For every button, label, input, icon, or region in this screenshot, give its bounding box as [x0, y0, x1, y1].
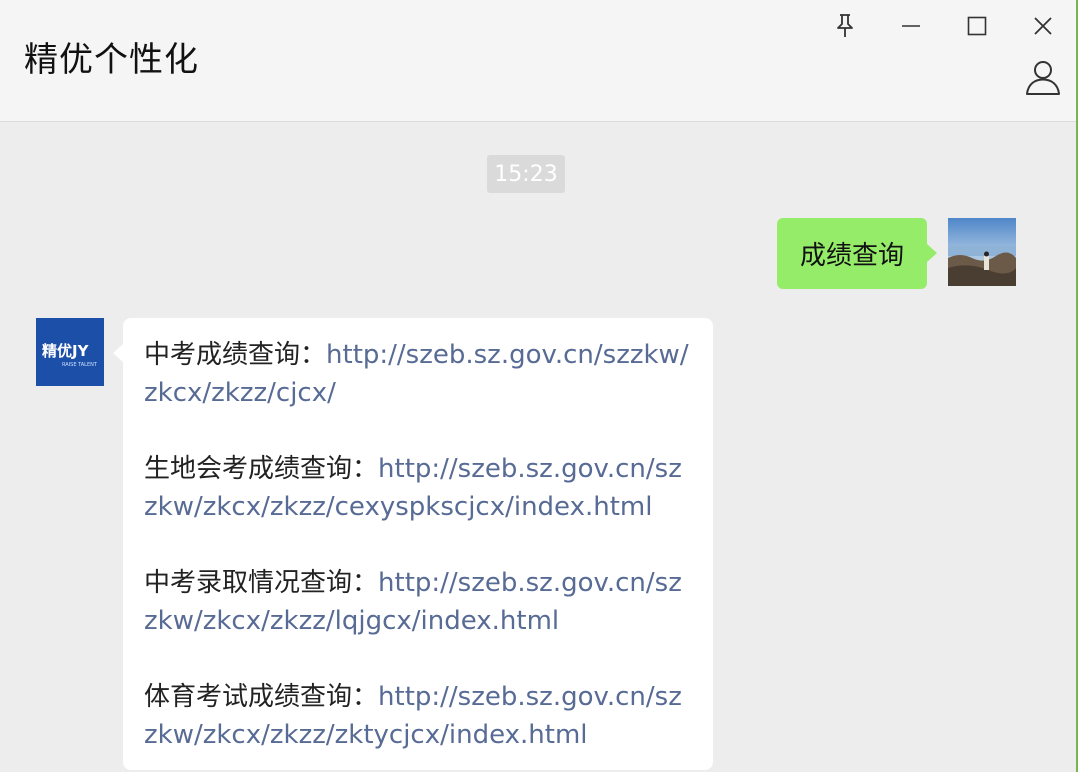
list-item: 体育考试成绩查询：http://szeb.sz.gov.cn/szzkw/zkc… [144, 678, 693, 754]
entry-label: 体育考试成绩查询： [144, 682, 379, 712]
entry-label: 生地会考成绩查询： [144, 454, 379, 484]
list-item: 生地会考成绩查询：http://szeb.sz.gov.cn/szzkw/zkc… [144, 450, 693, 526]
profile-button[interactable] [1020, 56, 1066, 98]
outgoing-message-bubble[interactable]: 成绩查询 [777, 218, 937, 289]
bot-avatar-subtext: RAISE TALENT [62, 362, 97, 368]
person-icon [1026, 61, 1060, 95]
entry-label: 中考成绩查询： [144, 340, 327, 370]
bot-avatar[interactable]: 精优JY RAISE TALENT [36, 318, 104, 386]
chat-window: 精优个性化 15:23 成绩查询 精优JY RAISE TALENT 中考成绩查… [0, 0, 1078, 772]
title-bar: 精优个性化 [0, 0, 1078, 122]
pin-button[interactable] [825, 8, 865, 44]
minimize-button[interactable] [891, 8, 931, 44]
list-item: 中考成绩查询：http://szeb.sz.gov.cn/szzkw/zkcx/… [144, 336, 693, 412]
list-item: 中考录取情况查询：http://szeb.sz.gov.cn/szzkw/zkc… [144, 564, 693, 640]
maximize-button[interactable] [957, 8, 997, 44]
minimize-icon [902, 25, 920, 27]
pin-icon [837, 14, 853, 37]
chat-title: 精优个性化 [24, 40, 199, 80]
entry-label: 中考录取情况查询： [144, 568, 379, 598]
incoming-message-bubble: 中考成绩查询：http://szeb.sz.gov.cn/szzkw/zkcx/… [113, 318, 713, 770]
message-timestamp: 15:23 [487, 155, 565, 193]
user-avatar[interactable] [948, 218, 1016, 286]
close-button[interactable] [1023, 8, 1063, 44]
close-icon [1034, 17, 1052, 35]
user-avatar-image [948, 218, 1016, 286]
maximize-icon [967, 16, 987, 36]
bot-avatar-logo: 精优JY [42, 342, 89, 360]
